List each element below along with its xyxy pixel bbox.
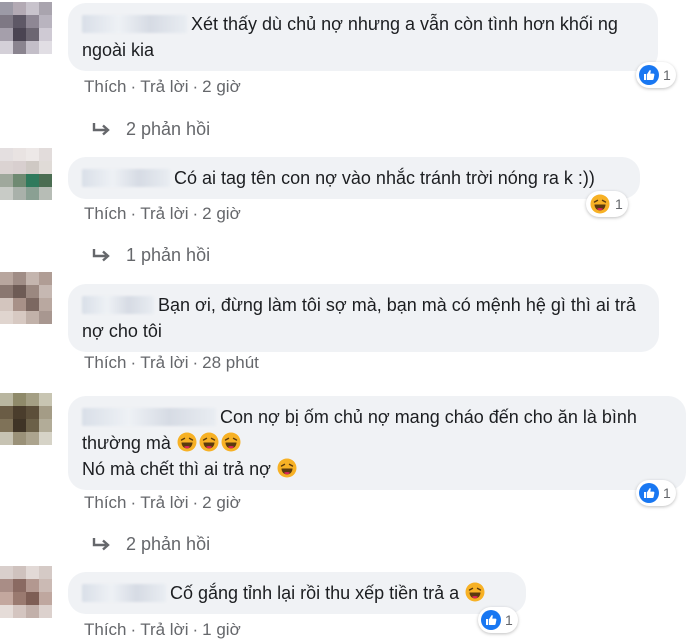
timestamp[interactable]: 2 giờ [202, 204, 241, 223]
haha-icon [590, 194, 610, 214]
comment-text: Cố gắng tỉnh lại rồi thu xếp tiền trả a [170, 583, 460, 603]
like-link[interactable]: Thích [84, 620, 127, 639]
reaction-count: 1 [505, 612, 513, 628]
timestamp[interactable]: 2 giờ [202, 77, 241, 96]
reaction-count: 1 [663, 67, 671, 83]
like-icon [639, 65, 659, 85]
comment-text: Bạn ơi, đừng làm tôi sợ mà, bạn mà có mệ… [82, 295, 636, 341]
avatar[interactable] [0, 566, 52, 618]
haha-icon [277, 458, 297, 478]
reply-link[interactable]: Trả lời [140, 77, 188, 96]
haha-icon [221, 432, 241, 452]
commenter-name[interactable] [82, 15, 187, 33]
comment-text: thường mà [82, 433, 171, 453]
commenter-name[interactable] [82, 169, 170, 187]
commenter-name[interactable] [82, 408, 216, 426]
avatar[interactable] [0, 393, 52, 445]
replies-count-label: 1 phản hồi [126, 245, 211, 265]
reply-link[interactable]: Trả lời [140, 353, 188, 372]
comment-actions: Thích · Trả lời · 2 giờ [84, 204, 241, 223]
comment-text: Con nợ bị ốm chủ nợ mang cháo đến cho ăn… [220, 407, 637, 427]
comment-bubble: Con nợ bị ốm chủ nợ mang cháo đến cho ăn… [68, 396, 686, 490]
reply-link[interactable]: Trả lời [140, 204, 188, 223]
like-link[interactable]: Thích [84, 77, 127, 96]
reply-arrow-icon [92, 248, 110, 261]
like-link[interactable]: Thích [84, 353, 127, 372]
replies-count-label: 2 phản hồi [126, 119, 211, 139]
reaction-badge[interactable]: 1 [478, 607, 518, 633]
replies-count-label: 2 phản hồi [126, 534, 211, 554]
reaction-count: 1 [615, 196, 623, 212]
reaction-badge[interactable]: 1 [636, 62, 676, 88]
timestamp[interactable]: 1 giờ [202, 620, 241, 639]
view-replies-button[interactable]: 1 phản hồi [92, 245, 210, 266]
reply-arrow-icon [92, 537, 110, 550]
like-link[interactable]: Thích [84, 493, 127, 512]
like-link[interactable]: Thích [84, 204, 127, 223]
haha-icon [199, 432, 219, 452]
haha-icon [465, 582, 485, 602]
avatar[interactable] [0, 2, 52, 54]
reaction-count: 1 [663, 485, 671, 501]
view-replies-button[interactable]: 2 phản hồi [92, 534, 210, 555]
like-icon [481, 610, 501, 630]
commenter-name[interactable] [82, 296, 154, 314]
timestamp[interactable]: 28 phút [202, 353, 259, 372]
like-icon [639, 483, 659, 503]
reply-link[interactable]: Trả lời [140, 620, 188, 639]
comment-actions: Thích · Trả lời · 2 giờ [84, 493, 241, 512]
reaction-badge[interactable]: 1 [636, 480, 676, 506]
reply-arrow-icon [92, 122, 110, 135]
comment-bubble: Cố gắng tỉnh lại rồi thu xếp tiền trả a [68, 572, 526, 614]
comment-actions: Thích · Trả lời · 2 giờ [84, 77, 241, 96]
comment-bubble: Có ai tag tên con nợ vào nhắc tránh trời… [68, 157, 640, 199]
comment-text: Nó mà chết thì ai trả nợ [82, 459, 271, 479]
comment-bubble: Xét thấy dù chủ nợ nhưng a vẫn còn tình … [68, 3, 658, 71]
avatar[interactable] [0, 148, 52, 200]
comment-text: Có ai tag tên con nợ vào nhắc tránh trời… [174, 168, 595, 188]
reaction-badge[interactable]: 1 [586, 191, 628, 217]
comment-actions: Thích · Trả lời · 1 giờ [84, 620, 241, 639]
timestamp[interactable]: 2 giờ [202, 493, 241, 512]
avatar[interactable] [0, 272, 52, 324]
comment-bubble: Bạn ơi, đừng làm tôi sợ mà, bạn mà có mệ… [68, 284, 659, 352]
commenter-name[interactable] [82, 584, 166, 602]
comment-actions: Thích · Trả lời · 28 phút [84, 353, 259, 372]
haha-icon [177, 432, 197, 452]
reply-link[interactable]: Trả lời [140, 493, 188, 512]
view-replies-button[interactable]: 2 phản hồi [92, 119, 210, 140]
